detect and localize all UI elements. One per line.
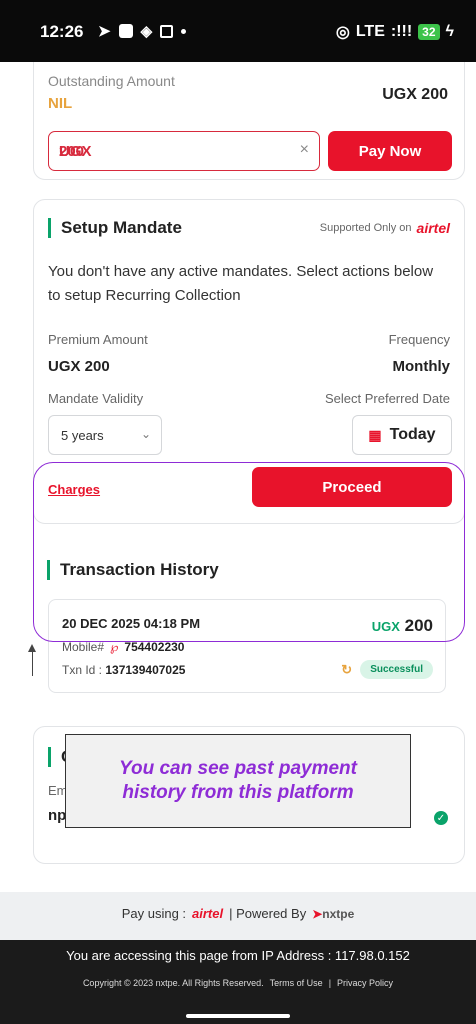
airtel-icon: ℘ — [110, 640, 119, 654]
status-right: ◎ LTE :!!! 32 ϟ — [336, 22, 454, 42]
airtel-logo: airtel — [416, 220, 450, 236]
pay-using-label: Pay using : — [121, 906, 187, 921]
ip-address-text: You are accessing this page from IP Addr… — [66, 948, 410, 963]
supported-text: Supported Only on — [319, 222, 412, 234]
transaction-mobile: Mobile# ℘ 754402230 — [62, 640, 184, 654]
validity-label: Mandate Validity — [48, 391, 144, 406]
signal-icon: :!!! — [390, 23, 413, 40]
app-square-icon — [118, 24, 133, 38]
date-label: Select Preferred Date — [324, 391, 450, 406]
retry-icon[interactable]: ↻ — [341, 662, 352, 678]
pay-using: Pay using : airtel | Powered By ➤nxtpe — [0, 906, 476, 921]
hotspot-icon: ◎ — [335, 24, 350, 41]
amount-input[interactable]: UGX 200 × — [48, 131, 320, 171]
privacy-link[interactable]: Privacy Policy — [337, 978, 393, 988]
outstanding-amount: UGX 200 — [382, 86, 448, 103]
date-picker-button[interactable]: ▦ Today — [352, 415, 452, 455]
telegram-icon: ➤ — [98, 23, 111, 40]
outstanding-label: Outstanding Amount — [48, 73, 175, 89]
date-value: Today — [389, 426, 436, 443]
mandate-description: You don't have any active mandates. Sele… — [48, 263, 434, 304]
mobile-label: Mobile# — [62, 640, 105, 654]
outstanding-status: NIL — [48, 95, 73, 112]
premium-value: UGX 200 — [48, 358, 110, 375]
copyright-row: Copyright © 2023 nxtpe. All Rights Reser… — [0, 978, 476, 988]
nxtpe-logo: ➤nxtpe — [312, 907, 354, 921]
pay-now-button[interactable]: Pay Now — [328, 131, 452, 171]
status-time: 12:26 — [40, 22, 84, 41]
calendar-icon: ▦ — [368, 426, 382, 443]
airtel-logo-footer: airtel — [192, 906, 224, 921]
status-badge: Successful — [360, 660, 433, 679]
outstanding-card: Outstanding Amount NIL UGX 200 UGX 200 ×… — [33, 62, 465, 180]
status-bar: 12:26 ➤ ◈ ◎ LTE :!!! 32 ϟ — [0, 0, 476, 62]
mobile-number: 754402230 — [124, 640, 185, 654]
copyright-text: Copyright © 2023 nxtpe. All Rights Reser… — [82, 978, 264, 988]
nxtpe-arrow-icon: ➤ — [312, 906, 323, 921]
home-indicator[interactable] — [186, 1014, 290, 1018]
footer-separator: | — [328, 978, 332, 988]
annotation-callout: You can see past payment history from th… — [65, 734, 411, 828]
nxtpe-text: nxtpe — [322, 906, 355, 921]
email-value: np — [48, 807, 67, 824]
screen-icon — [160, 24, 174, 38]
frequency-label: Frequency — [388, 332, 450, 347]
battery-icon: 32 — [418, 24, 440, 40]
mandate-title: Setup Mandate — [48, 218, 182, 238]
clear-icon[interactable]: × — [300, 141, 309, 159]
highlight-outline — [33, 462, 465, 642]
frequency-value: Monthly — [392, 358, 451, 375]
powered-by-label: | Powered By — [229, 906, 307, 921]
chevron-down-icon: ⌄ — [140, 427, 151, 441]
more-dot-icon — [181, 28, 187, 34]
transaction-status: ↻ Successful — [341, 660, 433, 679]
annotation-line2: history from this platform — [122, 782, 354, 803]
diamond-icon: ◈ — [140, 23, 153, 40]
premium-label: Premium Amount — [48, 332, 148, 347]
txn-id-value: 137139407025 — [105, 663, 186, 677]
terms-link[interactable]: Terms of Use — [270, 978, 323, 988]
txn-label: Txn Id : — [62, 663, 103, 677]
amount-value: 200 — [59, 142, 85, 160]
supported-provider: Supported Only on airtel — [320, 220, 450, 236]
verified-check-icon: ✓ — [434, 811, 448, 825]
validity-value: 5 years — [61, 427, 104, 443]
transaction-id: Txn Id : 137139407025 — [62, 663, 185, 677]
footer: You are accessing this page from IP Addr… — [0, 940, 476, 1024]
status-notification-icons: ➤ ◈ — [98, 22, 187, 40]
network-label: LTE — [355, 23, 385, 40]
arrow-line — [32, 650, 33, 676]
validity-select[interactable]: 5 years ⌄ — [48, 415, 162, 455]
annotation-line1: You can see past payment — [119, 758, 357, 779]
charging-icon: ϟ — [445, 23, 454, 40]
